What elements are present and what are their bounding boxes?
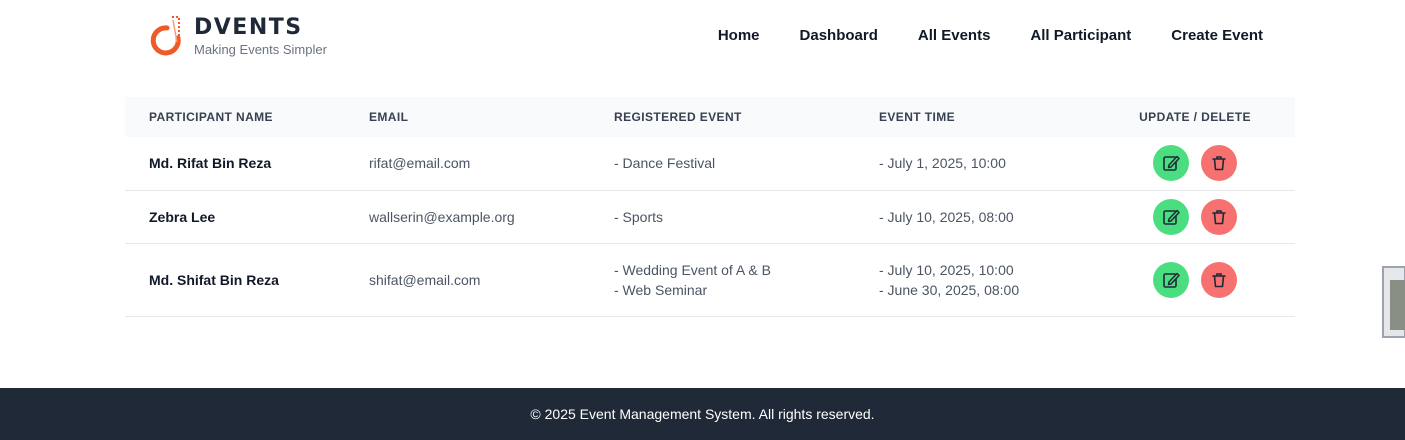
table-row: Zebra Lee wallserin@example.org - Sports… (125, 190, 1295, 243)
participant-name: Zebra Lee (149, 208, 216, 225)
logo-mark-icon (148, 14, 182, 58)
nav-create-event[interactable]: Create Event (1171, 27, 1263, 45)
event-item: - Dance Festival (614, 155, 716, 172)
participant-email: rifat@email.com (369, 155, 471, 172)
edit-icon (1163, 272, 1180, 288)
row-actions (1115, 137, 1295, 190)
header-update-delete: UPDATE / DELETE (1139, 110, 1251, 124)
event-time-item: - July 10, 2025, 08:00 (879, 208, 1014, 225)
header-event-time: EVENT TIME (879, 110, 956, 124)
row-actions (1115, 243, 1295, 316)
footer-copyright: © 2025 Event Management System. All righ… (530, 406, 875, 422)
event-times: - July 10, 2025, 08:00 (879, 190, 1115, 243)
participants-table-container: PARTICIPANT NAME EMAIL REGISTERED EVENT … (125, 97, 1295, 317)
trash-icon (1212, 209, 1226, 224)
event-time-item: - July 1, 2025, 10:00 (879, 155, 1006, 172)
registered-events: - Dance Festival (614, 137, 879, 190)
registered-events: - Sports (614, 190, 879, 243)
event-item: - Wedding Event of A & B (614, 261, 771, 278)
table-header-row: PARTICIPANT NAME EMAIL REGISTERED EVENT … (125, 97, 1295, 137)
brand-tagline: Making Events Simpler (194, 41, 327, 57)
header-registered-event: REGISTERED EVENT (614, 110, 742, 124)
edit-button[interactable] (1153, 261, 1189, 298)
nav-all-events[interactable]: All Events (918, 27, 991, 45)
delete-button[interactable] (1201, 198, 1237, 235)
registered-events: - Wedding Event of A & B - Web Seminar (614, 243, 879, 316)
event-times: - July 10, 2025, 10:00 - June 30, 2025, … (879, 243, 1115, 316)
event-item: - Web Seminar (614, 281, 708, 298)
event-item: - Sports (614, 208, 664, 225)
logo[interactable]: DVENTS Making Events Simpler (148, 14, 327, 58)
delete-button[interactable] (1201, 145, 1237, 182)
trash-icon (1212, 272, 1226, 287)
nav-all-participant[interactable]: All Participant (1030, 27, 1131, 45)
trash-icon (1212, 156, 1226, 171)
main-nav: Home Dashboard All Events All Participan… (718, 27, 1263, 45)
site-footer: © 2025 Event Management System. All righ… (0, 388, 1405, 440)
participant-email: shifat@email.com (369, 271, 481, 288)
participants-table: PARTICIPANT NAME EMAIL REGISTERED EVENT … (125, 97, 1295, 317)
edit-icon (1163, 156, 1180, 172)
delete-button[interactable] (1201, 261, 1237, 298)
participant-name: Md. Rifat Bin Reza (149, 155, 272, 172)
side-tab-graphic (1390, 280, 1405, 330)
event-time-item: - June 30, 2025, 08:00 (879, 281, 1020, 298)
event-times: - July 1, 2025, 10:00 (879, 137, 1115, 190)
edit-icon (1163, 209, 1180, 225)
edit-button[interactable] (1153, 198, 1189, 235)
side-feedback-tab[interactable] (1382, 266, 1405, 338)
header-email: EMAIL (369, 110, 409, 124)
event-time-item: - July 10, 2025, 10:00 (879, 261, 1014, 278)
participant-name: Md. Shifat Bin Reza (149, 271, 279, 288)
row-actions (1115, 190, 1295, 243)
edit-button[interactable] (1153, 145, 1189, 182)
participant-email: wallserin@example.org (369, 208, 515, 225)
site-header: DVENTS Making Events Simpler Home Dashbo… (0, 0, 1405, 74)
brand-name: DVENTS (194, 14, 303, 40)
header-participant-name: PARTICIPANT NAME (149, 110, 273, 124)
table-row: Md. Rifat Bin Reza rifat@email.com - Dan… (125, 137, 1295, 190)
table-row: Md. Shifat Bin Reza shifat@email.com - W… (125, 243, 1295, 316)
nav-dashboard[interactable]: Dashboard (800, 27, 878, 45)
nav-home[interactable]: Home (718, 27, 760, 45)
